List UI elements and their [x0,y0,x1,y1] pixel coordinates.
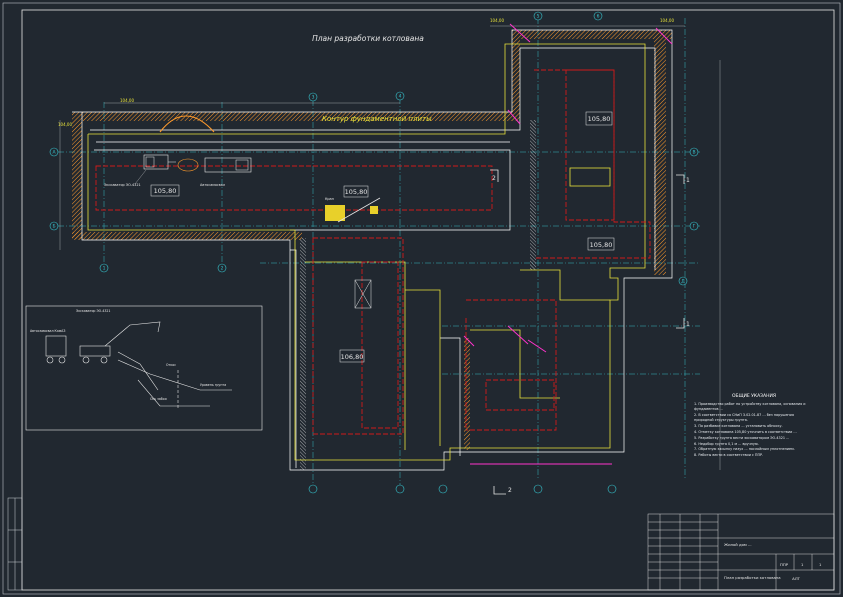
detail-label: Ось забоя [150,397,167,401]
callouts: Экскаватор ЭО-4321 Автосамосвал Кран [104,169,334,201]
grade-label: 104,00 [120,98,134,103]
axis-bubble-labels-side: А Б В Г Д [52,150,695,285]
plate-contour [87,43,646,461]
detail-label: Автосамосвал КамАЗ [30,329,65,333]
drawing-title: План разработки котлована [312,34,424,43]
drawing-frame [21,9,835,591]
section-mark-label: 2 [508,487,512,494]
elevation-tag: 105,80 [590,241,613,249]
note-item: 3. По разбивке котлована ... установить … [694,424,783,429]
axis-bubbles-side [49,147,699,286]
truck-icon [204,157,252,173]
elevation-tag: 106,80 [341,353,364,361]
axis-bubble-label: 5 [537,14,540,20]
axis-bubble-label: В [692,150,695,156]
axis-bubble-label: 1 [103,266,106,272]
axis-bubbles-bottom [308,484,617,494]
section-mark-label: 1 [686,321,690,328]
note-item: 1. Производство работ по устройству котл… [694,402,806,412]
elevation-tag: 105,80 [154,187,177,195]
sheet-border [2,2,841,595]
detail-label: Откос [166,363,176,367]
site-plan-drawing: План разработки котлована 105,80 105,80 … [2,2,841,595]
excavation-boundary [72,29,673,471]
note-item: 4. Отметку котлована 105,80 уточнить в с… [694,430,797,434]
plate-contour-label: Контур фундаментной плиты [322,115,432,123]
detail-label: Уровень грунта [200,383,226,387]
section-mark-label: 2 [492,175,496,182]
note-item: 5. Разработку грунта вести экскаватором … [694,435,790,440]
detail-label: Экскаватор ЭО-4321 [76,309,110,313]
title-block-sheet-title: План разработки котлована [724,575,781,580]
note-item: 8. Работы вести в соответствии с ППР. [694,453,764,458]
note-item: 7. Обратную засыпку пазух ... послойным … [694,447,795,452]
tower-crane-icon [354,279,372,309]
crane-icon [325,197,381,223]
pile-markers [463,23,673,465]
title-block-org: АЛТ [792,576,800,581]
notes-title: ОБЩИЕ УКАЗАНИЯ [731,394,777,399]
left-stamp [7,497,23,591]
axis-bubble-label: Д [681,279,685,285]
elevation-tag: 105,80 [345,188,368,196]
axis-grid [58,18,700,486]
grade-label: 104,00 [490,18,504,23]
soil-heap-icon [177,158,199,172]
title-block-sheet: 1 [801,562,804,567]
elevation-tag: 105,80 [588,115,611,123]
title-block-stage: ППР [780,562,789,567]
axis-bubble-label: 6 [597,14,600,20]
title-block-project: Жилой дом ... [724,542,752,547]
axis-bubble-label: 2 [221,266,224,272]
excavator-icon [143,154,176,170]
title-block-text: Жилой дом ... План разработки котлована … [724,542,822,581]
axis-bubble-label: 4 [399,94,402,100]
grade-label: 104,00 [58,122,72,127]
slope-hatching [72,30,672,470]
detail-inset: Экскаватор ЭО-4321 Автосамосвал КамАЗ От… [25,305,263,431]
slab-outline [95,69,651,435]
note-item: 6. Недобор грунта 0,1 м ... вручную. [694,441,759,446]
title-block-sheets: 1 [819,562,822,567]
note-item: 2. В соответствии со СНиП 3.02.01-87 ...… [694,413,794,423]
general-notes: ОБЩИЕ УКАЗАНИЯ 1. Производство работ по … [694,394,814,459]
grade-label: 104,00 [660,18,674,23]
axis-bubble-label: Б [52,224,55,230]
dimension-lines [59,25,721,470]
axis-bubble-label: Г [693,224,696,230]
section-mark-label: 1 [686,177,690,184]
axis-bubble-label: 3 [312,95,315,101]
callout-text: Автосамосвал [200,183,225,187]
callout-text: Кран [325,197,334,201]
